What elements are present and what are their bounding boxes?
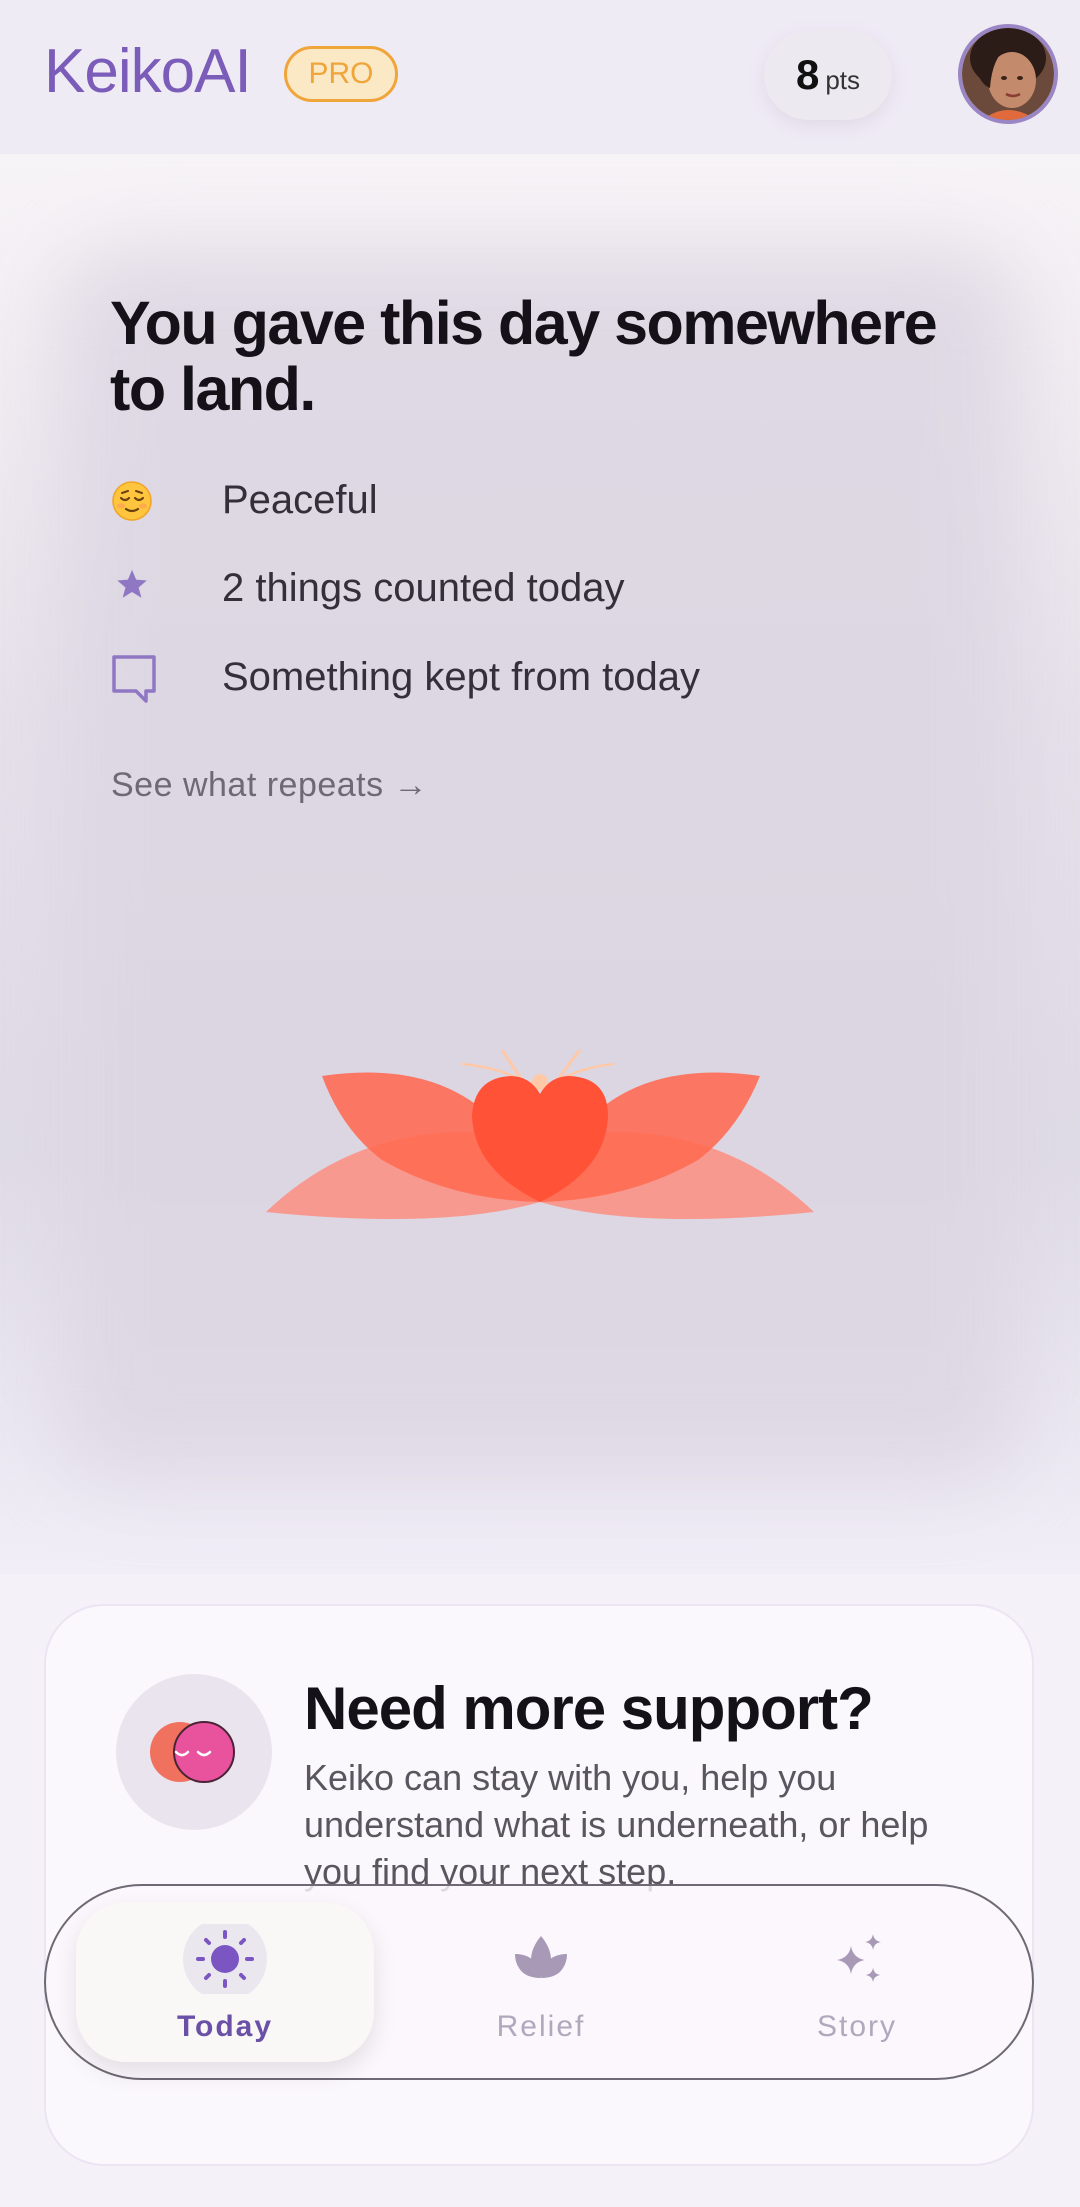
app-logo: KeikoAI xyxy=(44,37,252,106)
tab-label: Relief xyxy=(496,2010,586,2043)
points-value: 8 xyxy=(795,51,820,98)
tab-today[interactable]: Today xyxy=(76,1902,374,2062)
top-app-bar: KeikoAI PRO 8 pts xyxy=(0,0,1080,154)
star-icon xyxy=(110,558,154,618)
summary-headline: You gave this day somewhere to land. xyxy=(110,289,938,423)
points-unit: pts xyxy=(825,65,861,95)
support-avatar-icon xyxy=(116,1674,272,1830)
lotus-icon xyxy=(495,1924,587,1994)
lotus-illustration xyxy=(262,1020,818,1245)
speech-bubble-icon xyxy=(110,647,156,707)
sparkles-icon xyxy=(811,1924,903,1994)
avatar-photo xyxy=(962,28,1054,120)
tab-story[interactable]: Story xyxy=(708,1902,1006,2062)
pro-badge: PRO xyxy=(284,46,398,102)
tab-label: Story xyxy=(816,2010,898,2043)
sun-icon xyxy=(179,1917,271,2001)
summary-row-text: Something kept from today xyxy=(222,655,701,699)
see-what-repeats-link[interactable]: See what repeats → xyxy=(111,766,428,805)
bottom-navigation: Today Relief Story xyxy=(44,1884,1034,2080)
card-shadow xyxy=(60,250,1020,1480)
avatar[interactable] xyxy=(958,24,1058,124)
tab-label: Today xyxy=(176,2010,274,2043)
relieved-face-emoji xyxy=(110,470,154,530)
support-title: Need more support? xyxy=(304,1675,874,1742)
summary-row-text: Peaceful xyxy=(222,478,378,522)
points-pill[interactable]: 8 pts xyxy=(764,30,892,120)
tab-relief[interactable]: Relief xyxy=(392,1902,690,2062)
summary-row-text: 2 things counted today xyxy=(222,566,625,610)
